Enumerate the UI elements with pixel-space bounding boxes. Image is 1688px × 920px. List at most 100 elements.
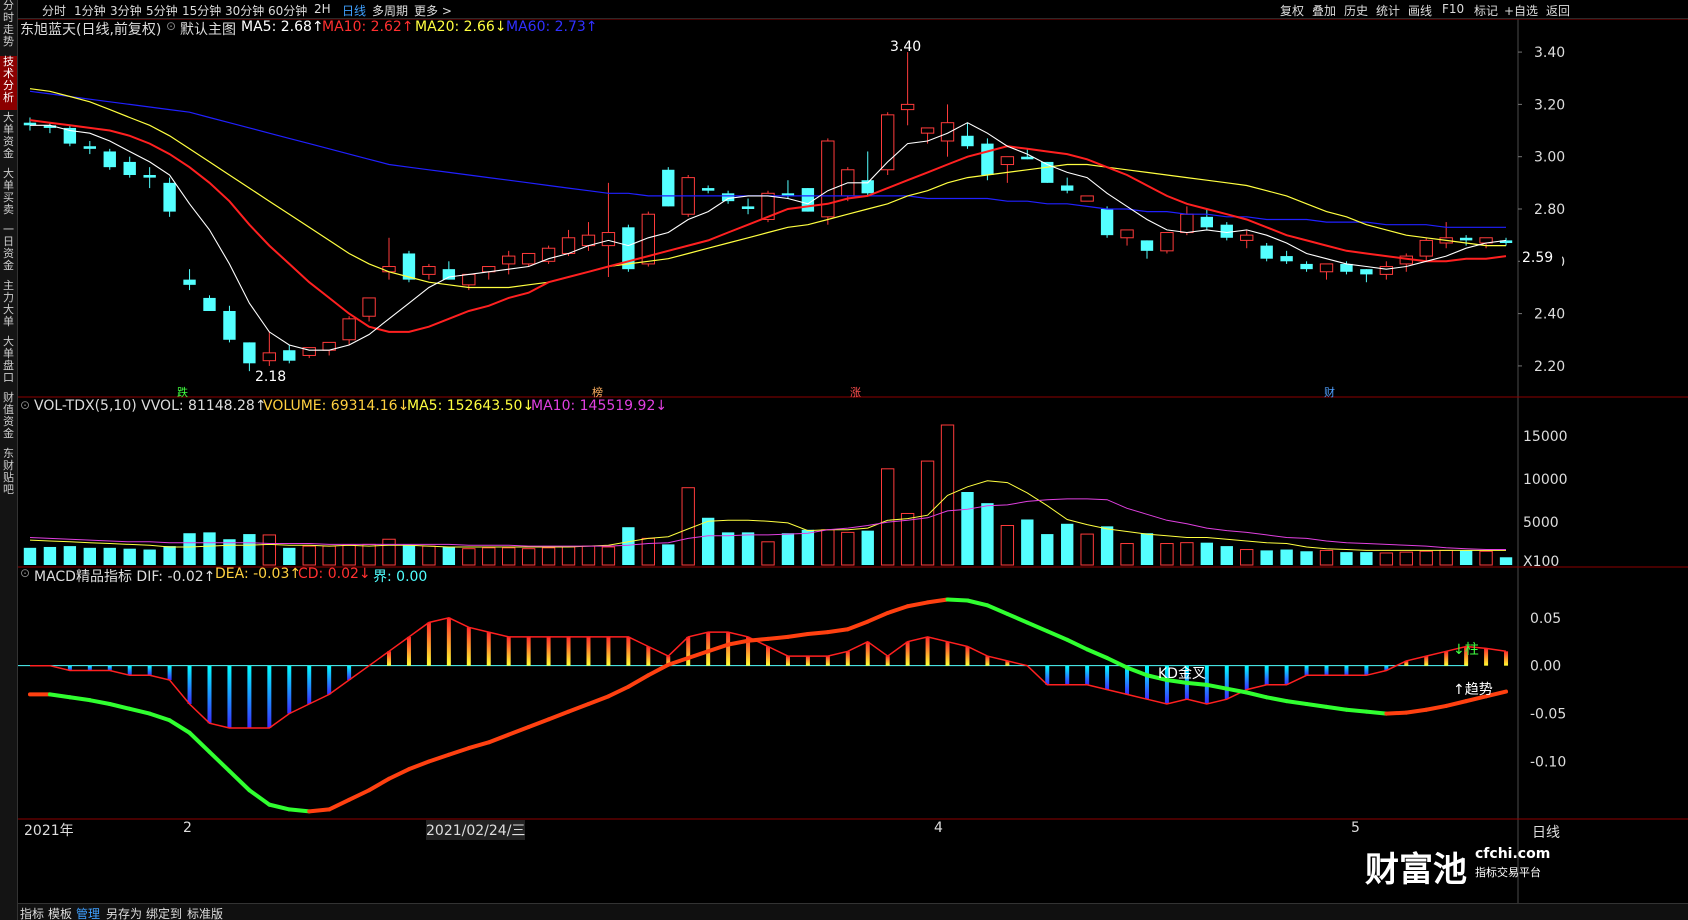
volume-bar [1160, 543, 1174, 566]
volume-pane[interactable] [23, 424, 1513, 566]
bottom-toolbar: 指标 模板 管理 另存为 绑定到 标准版 [18, 903, 1688, 920]
tool-history[interactable]: 历史 [1344, 2, 1368, 19]
dif-trend-segment [1204, 682, 1229, 691]
sidebar-tab-intraday[interactable]: 分时走势 [0, 0, 17, 54]
candlestick [1000, 156, 1015, 183]
period-more[interactable]: 更多 > [414, 2, 452, 19]
stock-chart-app: 分时走势 技术分析 大单资金 大单买卖 一日资金 主力大单 大单盘口 财值资金 … [0, 0, 1688, 920]
macd-histogram-bar [1364, 665, 1369, 676]
sidebar-tab-technical[interactable]: 技术分析 [0, 56, 17, 110]
bottom-tab-standard[interactable]: 标准版 [187, 905, 223, 920]
price-header-template[interactable]: 默认主图 [180, 19, 236, 39]
macd-histogram-bar [526, 636, 531, 666]
bottom-tab-indicator[interactable]: 指标 [20, 905, 44, 920]
dif-trend-segment [466, 740, 491, 751]
tool-f10[interactable]: F10 [1442, 2, 1464, 16]
volume-bar [821, 529, 835, 566]
candle-body [1080, 195, 1094, 202]
candle-body [243, 342, 256, 364]
event-mark-rise[interactable]: 涨 [850, 384, 861, 400]
period-5min[interactable]: 5分钟 [146, 2, 178, 19]
period-1min[interactable]: 1分钟 [74, 2, 106, 19]
period-3min[interactable]: 3分钟 [110, 2, 142, 19]
tool-adjust[interactable]: 复权 [1280, 2, 1304, 19]
period-multi[interactable]: 多周期 [372, 2, 408, 19]
candlestick [900, 52, 915, 126]
period-15min[interactable]: 15分钟 [182, 2, 221, 19]
dif-trend-segment [347, 788, 372, 802]
settings-icon[interactable]: ⊙ [166, 19, 176, 33]
macd-histogram-bar [785, 656, 790, 666]
tool-stats[interactable]: 统计 [1376, 2, 1400, 19]
sidebar-tab-big-order-trades[interactable]: 大单买卖 [0, 168, 17, 222]
period-30min[interactable]: 30分钟 [225, 2, 264, 19]
candlestick [1439, 222, 1453, 249]
volume-bar [283, 547, 296, 565]
macd-histogram-bar [347, 665, 352, 681]
sidebar-tab-daily-funds[interactable]: 一日资金 [0, 224, 17, 278]
price-axis-label: 3.40 [1534, 45, 1565, 61]
candlestick [1080, 195, 1094, 202]
macd-histogram-bar [1105, 665, 1110, 690]
dif-trend-segment [805, 630, 830, 637]
volume-bar [1399, 551, 1413, 566]
candle-body [561, 237, 576, 254]
sidebar-tab-main-big-orders[interactable]: 主力大单 [0, 280, 17, 334]
sidebar-tab-big-order-funds[interactable]: 大单资金 [0, 112, 17, 166]
bottom-tab-template[interactable]: 模板 [48, 905, 72, 920]
period-2h[interactable]: 2H [314, 2, 331, 16]
candle-body [1061, 185, 1074, 191]
dif-trend-segment [746, 636, 770, 643]
period-intraday[interactable]: 分时 [42, 2, 66, 19]
macd-settings-icon[interactable]: ⊙ [20, 566, 30, 580]
macd-histogram-bar [466, 627, 471, 666]
sidebar-tab-order-book[interactable]: 大单盘口 [0, 336, 17, 390]
volume-bar [1379, 552, 1394, 566]
period-60min[interactable]: 60分钟 [268, 2, 307, 19]
price-pane[interactable] [23, 52, 1513, 372]
volume-bar [1499, 557, 1513, 565]
tool-draw[interactable]: 画线 [1408, 2, 1432, 19]
macd-histogram-bar [965, 646, 970, 666]
bottom-tab-save-as[interactable]: 另存为 [106, 905, 142, 920]
price-axis-label: 2.40 [1534, 307, 1565, 323]
sidebar-tab-forum[interactable]: 东财贴吧 [0, 448, 17, 502]
event-mark-list[interactable]: 榜 [592, 384, 603, 400]
candle-body [1260, 245, 1273, 259]
macd-pane[interactable] [18, 597, 1509, 814]
date-label-cursor: 2021/02/24/三 [426, 820, 526, 840]
dif-trend-segment [506, 725, 531, 737]
dif-trend-segment [1424, 703, 1449, 712]
candlestick [223, 305, 236, 343]
period-daily[interactable]: 日线 [342, 2, 366, 19]
candlestick [1379, 261, 1394, 280]
dif-trend-segment [586, 694, 611, 706]
event-mark-finance[interactable]: 财 [1324, 384, 1335, 400]
dif-trend-segment [825, 627, 850, 635]
dif-trend-segment [766, 634, 790, 641]
dif-trend-segment [965, 598, 990, 608]
tool-mark[interactable]: 标记 [1474, 2, 1498, 19]
histogram-label: ↓柱 [1453, 642, 1479, 658]
dif-trend-segment [1284, 699, 1309, 706]
volume-bar [1340, 552, 1353, 565]
tool-overlay[interactable]: 叠加 [1312, 2, 1336, 19]
bottom-tab-manage[interactable]: 管理 [76, 905, 100, 920]
volume-bar [123, 548, 136, 565]
bottom-tab-bind[interactable]: 绑定到 [146, 905, 182, 920]
macd-histogram-bar [486, 632, 491, 666]
candle-body [1140, 240, 1154, 251]
macd-histogram-bar [127, 665, 132, 676]
candlestick [1499, 237, 1513, 246]
kd-cross-label: KD金叉 [1158, 666, 1206, 682]
tool-add-watchlist[interactable]: +自选 [1504, 2, 1538, 19]
sidebar-tab-value-funds[interactable]: 财值资金 [0, 392, 17, 446]
event-mark-fall[interactable]: 跌 [177, 384, 188, 400]
macd-histogram-bar [1224, 665, 1229, 700]
vol-header-ma10: MA10: 145519.92↓ [531, 398, 668, 414]
macd-histogram-bar [167, 665, 172, 681]
vol-settings-icon[interactable]: ⊙ [20, 398, 30, 412]
volume-bar [422, 545, 436, 566]
tool-back[interactable]: 返回 [1546, 2, 1570, 19]
macd-histogram-bar [446, 617, 451, 666]
